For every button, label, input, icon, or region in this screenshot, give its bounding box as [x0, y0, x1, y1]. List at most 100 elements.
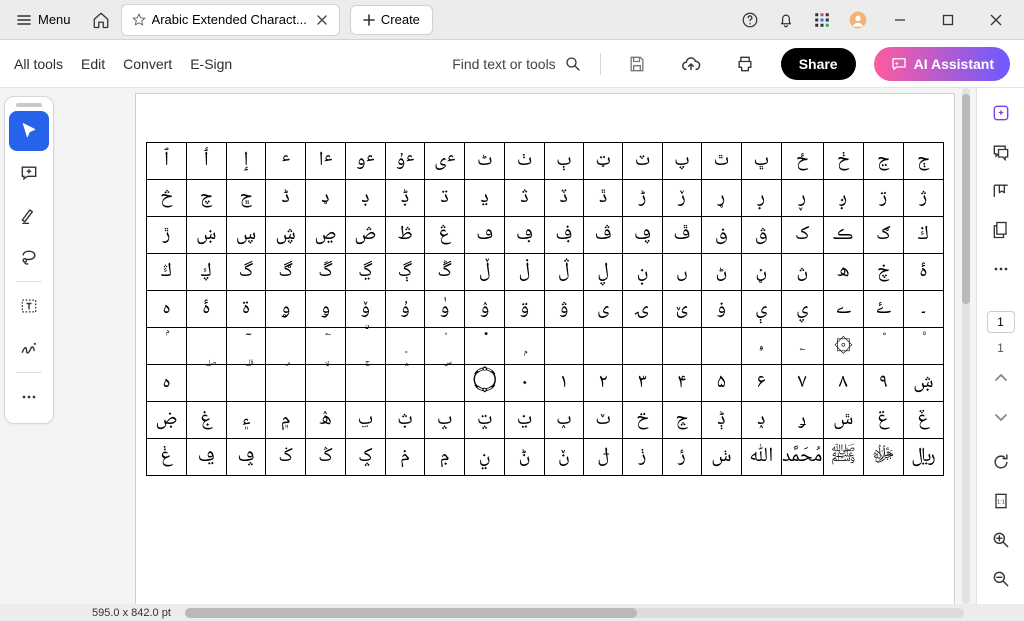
chevron-down-icon: [993, 409, 1009, 425]
character-cell: ۊ: [505, 291, 544, 328]
character-cell: ۗ: [226, 365, 266, 402]
character-cell: ۞: [823, 328, 863, 365]
rail-drag-handle[interactable]: [16, 103, 42, 107]
character-cell: ښ: [186, 217, 226, 254]
save-button[interactable]: [619, 46, 655, 82]
horizontal-scrollbar[interactable]: [185, 608, 964, 618]
character-cell: ں: [662, 254, 701, 291]
table-row: ۻۼ۽۾ۿݐݑݒݓݔݕݖݗݘݙݚݛݜݝݞ: [147, 402, 944, 439]
character-cell: ڱ: [306, 254, 346, 291]
fit-width-button[interactable]: 1:1: [983, 485, 1019, 518]
character-cell: ڞ: [345, 217, 385, 254]
bookmarks-panel-button[interactable]: [983, 174, 1019, 207]
character-cell: ۛ: [385, 365, 424, 402]
more-panels-button[interactable]: [983, 253, 1019, 286]
ai-assistant-button[interactable]: AI Assistant: [874, 47, 1010, 81]
character-cell: ﷼: [903, 439, 943, 476]
vertical-scroll-thumb[interactable]: [962, 94, 970, 304]
tab-all-tools[interactable]: All tools: [14, 56, 63, 72]
account-button[interactable]: [842, 4, 874, 36]
text-select-tool[interactable]: [9, 286, 49, 326]
more-tools[interactable]: [9, 377, 49, 417]
toolbar: All tools Edit Convert E-Sign Find text …: [0, 40, 1024, 88]
comment-icon: [19, 163, 39, 183]
character-table: ٱٲٳٴٵٶٷٸٹٺٻټٽپٿڀځڂڃڄڅچڇڈډڊڋڌڍڎڏڐڑڒړڔڕږڗژ…: [146, 142, 944, 476]
zoom-in-button[interactable]: [983, 524, 1019, 557]
table-row: څچڇڈډڊڋڌڍڎڏڐڑڒړڔڕږڗژ: [147, 180, 944, 217]
sign-tool[interactable]: [9, 328, 49, 368]
character-cell: ے: [823, 291, 863, 328]
character-cell: ۀ: [903, 254, 943, 291]
document-tab[interactable]: Arabic Extended Charact...: [121, 4, 340, 36]
page-up-button[interactable]: [983, 361, 1019, 394]
character-cell: ۹: [863, 365, 903, 402]
tab-edit[interactable]: Edit: [81, 56, 105, 72]
character-cell: ۓ: [863, 291, 903, 328]
highlight-tool[interactable]: [9, 195, 49, 235]
character-cell: ھ: [823, 254, 863, 291]
character-cell: [544, 328, 583, 365]
window-close-button[interactable]: [974, 4, 1018, 36]
character-cell: ە: [147, 365, 187, 402]
character-cell: ڴ: [425, 254, 465, 291]
window-maximize-button[interactable]: [926, 4, 970, 36]
character-cell: ٸ: [425, 143, 465, 180]
share-button[interactable]: Share: [781, 48, 856, 80]
notifications-button[interactable]: [770, 4, 802, 36]
tab-close-button[interactable]: [313, 11, 331, 29]
page-canvas: ٱٲٳٴٵٶٷٸٹٺٻټٽپٿڀځڂڃڄڅچڇڈډڊڋڌڍڎڏڐڑڒړڔڕږڗژ…: [136, 94, 954, 604]
zoom-in-icon: [991, 530, 1011, 550]
table-row: ہۂۃۄۅۆۇۈۉۊۋیۍێۏېۑےۓ۔: [147, 291, 944, 328]
menu-button[interactable]: Menu: [6, 8, 81, 32]
character-cell: ڇ: [226, 180, 266, 217]
character-cell: ݘ: [662, 402, 701, 439]
window-minimize-button[interactable]: [878, 4, 922, 36]
character-cell: ڹ: [623, 254, 662, 291]
character-cell: [266, 328, 306, 365]
cloud-upload-button[interactable]: [673, 46, 709, 82]
character-cell: ٹ: [465, 143, 505, 180]
create-button[interactable]: Create: [350, 5, 433, 35]
total-pages: 1: [997, 341, 1004, 355]
help-button[interactable]: [734, 4, 766, 36]
horizontal-scroll-thumb[interactable]: [185, 608, 637, 618]
pages-panel-button[interactable]: [983, 214, 1019, 247]
titlebar: Menu Arabic Extended Charact... Create: [0, 0, 1024, 40]
zoom-out-button[interactable]: [983, 563, 1019, 596]
character-cell: ٳ: [226, 143, 266, 180]
document-scroll[interactable]: ٱٲٳٴٵٶٷٸٹٺٻټٽپٿڀځڂڃڄڅچڇڈډڊڋڌڍڎڏڐڑڒړڔڕږڗژ…: [58, 88, 976, 604]
print-icon: [735, 54, 755, 74]
page-down-button[interactable]: [983, 400, 1019, 433]
print-button[interactable]: [727, 46, 763, 82]
character-cell: ڥ: [623, 217, 662, 254]
character-cell: ێ: [662, 291, 701, 328]
select-tool[interactable]: [9, 111, 49, 151]
character-cell: ڰ: [266, 254, 306, 291]
rotate-button[interactable]: [983, 445, 1019, 478]
character-cell: ݢ: [266, 439, 306, 476]
character-cell: ۵: [702, 365, 742, 402]
comments-panel-button[interactable]: [983, 135, 1019, 168]
draw-tool[interactable]: [9, 237, 49, 277]
character-cell: ۙ: [306, 365, 346, 402]
maximize-icon: [942, 14, 954, 26]
tab-esign[interactable]: E-Sign: [190, 56, 232, 72]
comment-tool[interactable]: [9, 153, 49, 193]
character-cell: ڀ: [741, 143, 781, 180]
tab-convert[interactable]: Convert: [123, 56, 172, 72]
page-number-input[interactable]: 1: [987, 311, 1015, 333]
apps-button[interactable]: [806, 4, 838, 36]
character-cell: ڗ: [863, 180, 903, 217]
ai-panel-button[interactable]: [983, 96, 1019, 129]
character-cell: ٵ: [306, 143, 346, 180]
character-cell: ځ: [781, 143, 823, 180]
vertical-scrollbar[interactable]: [962, 88, 970, 604]
character-cell: ې: [741, 291, 781, 328]
character-cell: ڭ: [147, 254, 187, 291]
character-cell: ݫ: [623, 439, 662, 476]
zoom-out-icon: [991, 569, 1011, 589]
home-button[interactable]: [85, 4, 117, 36]
toolbar-separator: [600, 53, 601, 75]
fit-width-icon: 1:1: [991, 491, 1011, 511]
find-button[interactable]: Find text or tools: [452, 55, 582, 73]
